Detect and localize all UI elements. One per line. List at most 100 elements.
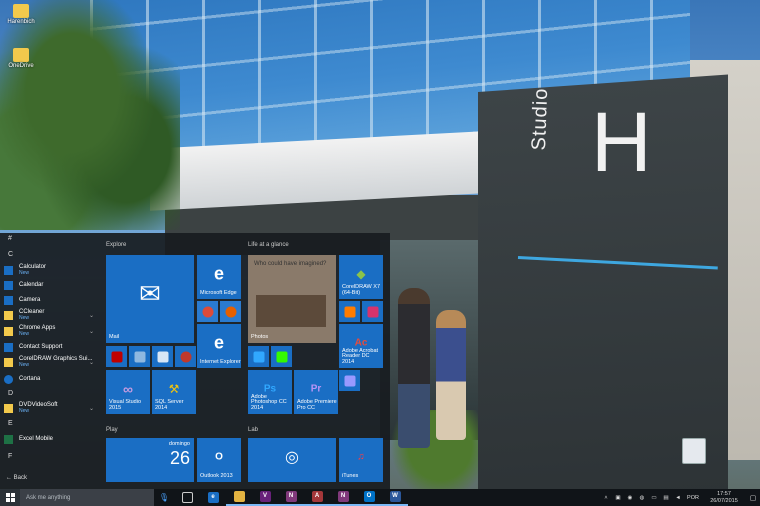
language-indicator[interactable]: POR (684, 495, 702, 501)
list-letter-header[interactable]: # (8, 235, 12, 242)
app-calculator[interactable]: Calculator New (4, 263, 96, 277)
taskbar-access[interactable]: A (304, 489, 330, 506)
edge-icon: e (213, 263, 225, 284)
tile-dreamweaver[interactable] (271, 346, 292, 367)
tile-outlook[interactable]: O Outlook 2013 (197, 438, 241, 482)
desktop-icon-folder[interactable]: Harenbich (3, 4, 39, 25)
app-dvdvideosoft[interactable]: DVDVideoSoft New ⌄ (4, 401, 96, 415)
tile-app[interactable] (175, 346, 196, 367)
tile-itunes[interactable]: ♫ iTunes (339, 438, 383, 482)
tile-label: Photos (251, 334, 269, 341)
group-title-lab[interactable]: Lab (248, 427, 258, 433)
tile-label: Microsoft Edge (200, 290, 237, 297)
desktop-icon-onedrive[interactable]: OneDrive (3, 48, 39, 69)
itunes-icon: ♫ (357, 451, 365, 463)
tile-app[interactable] (152, 346, 173, 367)
microphone-icon[interactable]: 🎙 (154, 493, 174, 502)
chevron-down-icon[interactable]: ⌄ (89, 405, 94, 412)
network-icon[interactable]: ▤ (660, 495, 672, 501)
tile-internet-explorer[interactable]: e Internet Explorer (197, 324, 241, 368)
photoshop-icon (253, 351, 264, 362)
app-cortana[interactable]: Cortana (4, 372, 96, 386)
app-excel-mobile[interactable]: Excel Mobile (4, 432, 96, 446)
task-view-button[interactable] (174, 489, 200, 506)
app-chrome-apps[interactable]: Chrome Apps New ⌄ (4, 324, 96, 338)
folder-icon (4, 403, 13, 413)
task-view-icon (181, 492, 193, 503)
indesign-icon (367, 306, 378, 317)
list-letter-header[interactable]: E (8, 420, 13, 427)
tray-app-icon[interactable]: ◍ (636, 495, 648, 501)
tile-photoshop-mini[interactable] (248, 346, 269, 367)
app-camera[interactable]: Camera (4, 293, 96, 307)
tile-acrobat[interactable]: Ac Adobe Acrobat Reader DC 2014 (339, 324, 383, 368)
person-figure (398, 288, 430, 448)
list-letter-header[interactable]: F (8, 453, 12, 460)
firefox-icon (225, 306, 236, 317)
app-contact-support[interactable]: Contact Support (4, 340, 96, 354)
tile-calendar[interactable]: domingo 26 (106, 438, 194, 482)
tile-coreldraw[interactable]: ◆ CorelDRAW X7 (64-Bit) (339, 255, 383, 299)
group-title-play[interactable]: Play (106, 427, 118, 433)
taskbar-onenote[interactable]: N (278, 489, 304, 506)
tile-visual-studio[interactable]: ∞ Visual Studio 2015 (106, 370, 150, 414)
onenote-icon: N (285, 491, 297, 502)
taskbar-file-explorer[interactable] (226, 489, 252, 506)
group-title-life[interactable]: Life at a glance (248, 242, 289, 248)
tile-premiere[interactable]: Pr Adobe Premiere Pro CC (294, 370, 338, 414)
battery-icon[interactable]: ▭ (648, 495, 660, 501)
tile-label: Visual Studio 2015 (109, 399, 142, 412)
tile-after-effects[interactable] (339, 370, 360, 391)
clock[interactable]: 17:57 26/07/2015 (702, 491, 746, 503)
tile-photoshop[interactable]: Ps Adobe Photoshop CC 2014 (248, 370, 292, 414)
app-name: Calendar (19, 281, 44, 288)
volume-icon[interactable]: ◄ (672, 495, 684, 501)
tree-foliage (0, 0, 180, 230)
back-button[interactable]: ← Back (6, 475, 27, 481)
cortana-search-box[interactable]: Ask me anything (20, 489, 154, 506)
person-figure (436, 310, 466, 440)
taskbar-visual-studio[interactable]: V (252, 489, 278, 506)
app-ccleaner[interactable]: CCleaner New ⌄ (4, 308, 96, 322)
app-icon (157, 351, 168, 362)
taskbar-word[interactable]: W (382, 489, 408, 506)
start-button[interactable] (0, 489, 20, 506)
list-letter-header[interactable]: C (8, 251, 13, 258)
sign-letter: H (591, 95, 652, 189)
tile-app[interactable] (129, 346, 150, 367)
tile-microsoft-edge[interactable]: e Microsoft Edge (197, 255, 241, 299)
chevron-up-icon[interactable]: ˄ (600, 495, 612, 501)
start-menu: # C Calculator New Calendar Camera CClean… (0, 233, 390, 489)
app-coreldraw[interactable]: CorelDRAW Graphics Sui... New ⌄ (4, 355, 96, 369)
tile-label: iTunes (342, 473, 359, 480)
taskbar-outlook[interactable]: O (356, 489, 382, 506)
after-effects-icon (344, 375, 355, 386)
onenote-icon: N (337, 491, 349, 502)
chevron-down-icon[interactable]: ⌄ (89, 328, 94, 335)
tile-chrome[interactable] (197, 301, 218, 322)
tile-groove-music[interactable]: ◎ (248, 438, 336, 482)
group-title-explore[interactable]: Explore (106, 242, 126, 248)
list-letter-header[interactable]: D (8, 390, 13, 397)
tray-app-icon[interactable]: ◉ (624, 495, 636, 501)
taskbar-onenote-2[interactable]: N (330, 489, 356, 506)
tile-sql-server[interactable]: ⚒ SQL Server 2014 (152, 370, 196, 414)
filezilla-icon (111, 351, 122, 362)
folder-icon (4, 310, 13, 320)
tray-app-icon[interactable]: ▣ (612, 495, 624, 501)
chevron-down-icon[interactable]: ⌄ (89, 359, 94, 366)
tile-indesign[interactable] (362, 301, 383, 322)
action-center-icon[interactable]: ▢ (746, 494, 760, 502)
taskbar-edge[interactable]: e (200, 489, 226, 506)
tile-filezilla[interactable] (106, 346, 127, 367)
chevron-down-icon[interactable]: ⌄ (89, 312, 94, 319)
outlook-icon: O (363, 491, 375, 502)
tile-illustrator[interactable] (339, 301, 360, 322)
tile-photos[interactable]: Who could have imagined? Photos (248, 255, 336, 343)
app-calendar[interactable]: Calendar (4, 278, 96, 292)
tile-firefox[interactable] (220, 301, 241, 322)
recycle-bin-icon[interactable] (682, 438, 706, 464)
tile-mail[interactable]: ✉ Mail (106, 255, 194, 343)
tile-label: SQL Server 2014 (155, 399, 184, 412)
internet-explorer-icon: e (213, 332, 225, 353)
